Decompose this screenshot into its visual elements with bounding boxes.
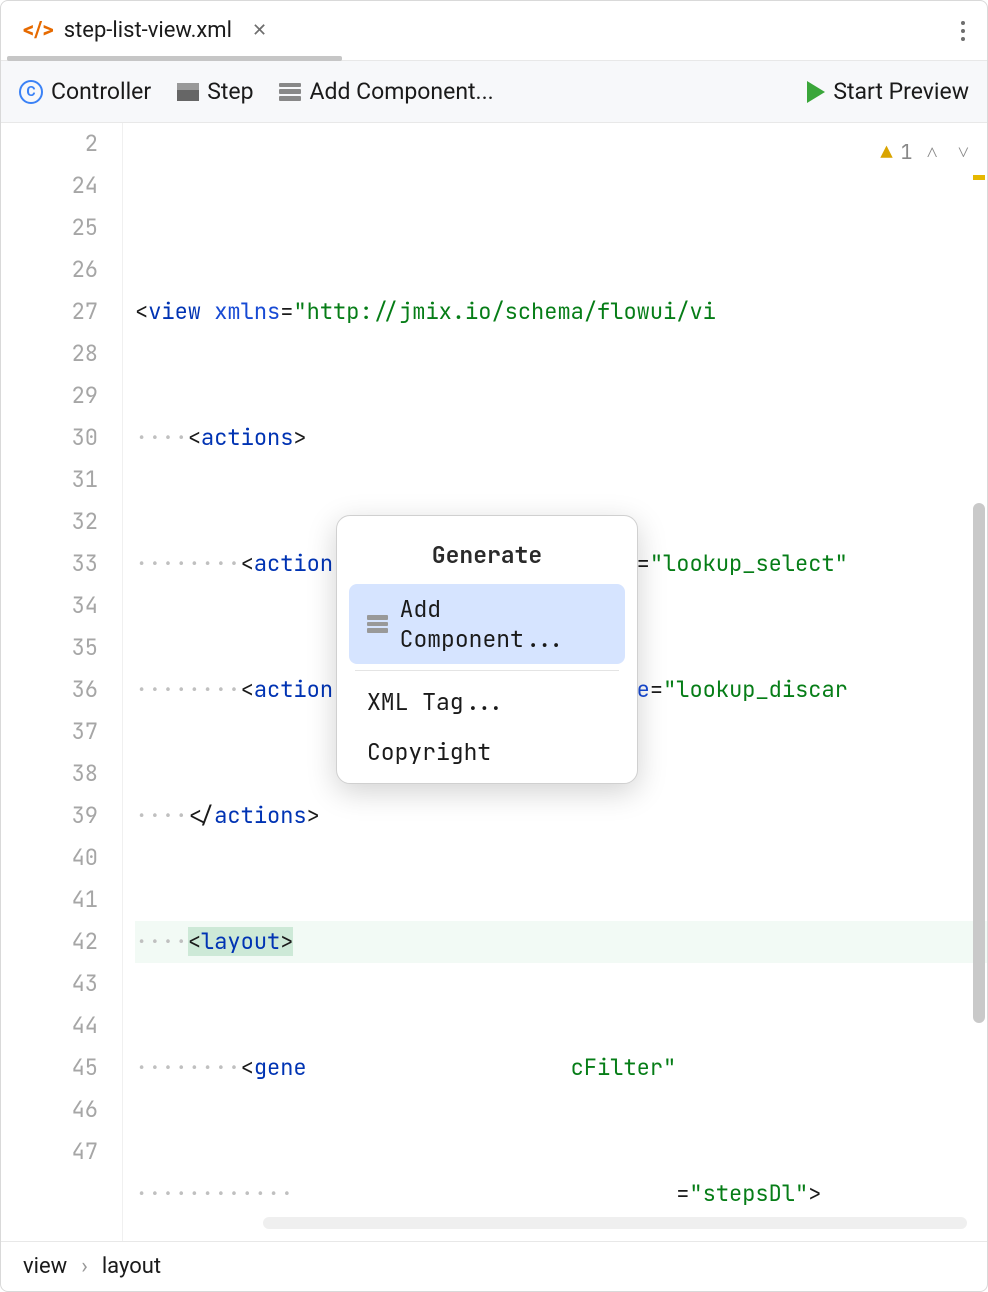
tab-filename: step-list-view.xml: [64, 18, 232, 43]
warning-marker[interactable]: [973, 175, 985, 180]
controller-button[interactable]: C Controller: [19, 78, 151, 105]
popup-item-xml-tag[interactable]: XML Tag...: [349, 677, 625, 727]
close-icon[interactable]: ✕: [252, 20, 267, 41]
warning-count: 1: [900, 131, 912, 173]
tab-underline: [7, 56, 342, 61]
file-tab[interactable]: </> step-list-view.xml ✕: [9, 1, 287, 60]
controller-icon: C: [19, 80, 43, 104]
popup-title: Generate: [343, 522, 631, 584]
component-icon: [279, 83, 301, 101]
popup-divider: [355, 670, 619, 671]
tab-bar: </> step-list-view.xml ✕: [1, 1, 987, 61]
xml-file-icon: </>: [23, 18, 54, 43]
breadcrumb: view › layout: [1, 1241, 987, 1291]
step-button[interactable]: Step: [177, 78, 253, 105]
step-icon: [177, 83, 199, 101]
more-icon[interactable]: [961, 21, 965, 41]
play-icon: [807, 81, 825, 103]
component-icon: [367, 615, 388, 633]
right-gutter: [971, 123, 987, 1241]
generate-popup: Generate Add Component... XML Tag... Cop…: [336, 515, 638, 784]
breadcrumb-item[interactable]: layout: [102, 1254, 161, 1279]
editor[interactable]: 2 24 25 26 27 28 29 30 31 32 33 34 35 36…: [1, 123, 987, 1241]
start-preview-button[interactable]: Start Preview: [807, 78, 969, 105]
inspection-widget[interactable]: ▲ 1 ˄ ˅: [874, 131, 975, 173]
breadcrumb-item[interactable]: view: [23, 1254, 67, 1279]
popup-item-add-component[interactable]: Add Component...: [349, 584, 625, 664]
toolbar: C Controller Step Add Component... Start…: [1, 61, 987, 123]
warning-icon: ▲: [880, 131, 892, 173]
vertical-scrollbar-thumb[interactable]: [973, 503, 985, 1023]
popup-item-copyright[interactable]: Copyright: [349, 727, 625, 777]
chevron-up-icon[interactable]: ˄: [920, 131, 943, 173]
add-component-button[interactable]: Add Component...: [279, 78, 493, 105]
gutter: 2 24 25 26 27 28 29 30 31 32 33 34 35 36…: [1, 123, 123, 1241]
chevron-right-icon: ›: [81, 1254, 88, 1279]
horizontal-scrollbar[interactable]: [263, 1217, 967, 1229]
